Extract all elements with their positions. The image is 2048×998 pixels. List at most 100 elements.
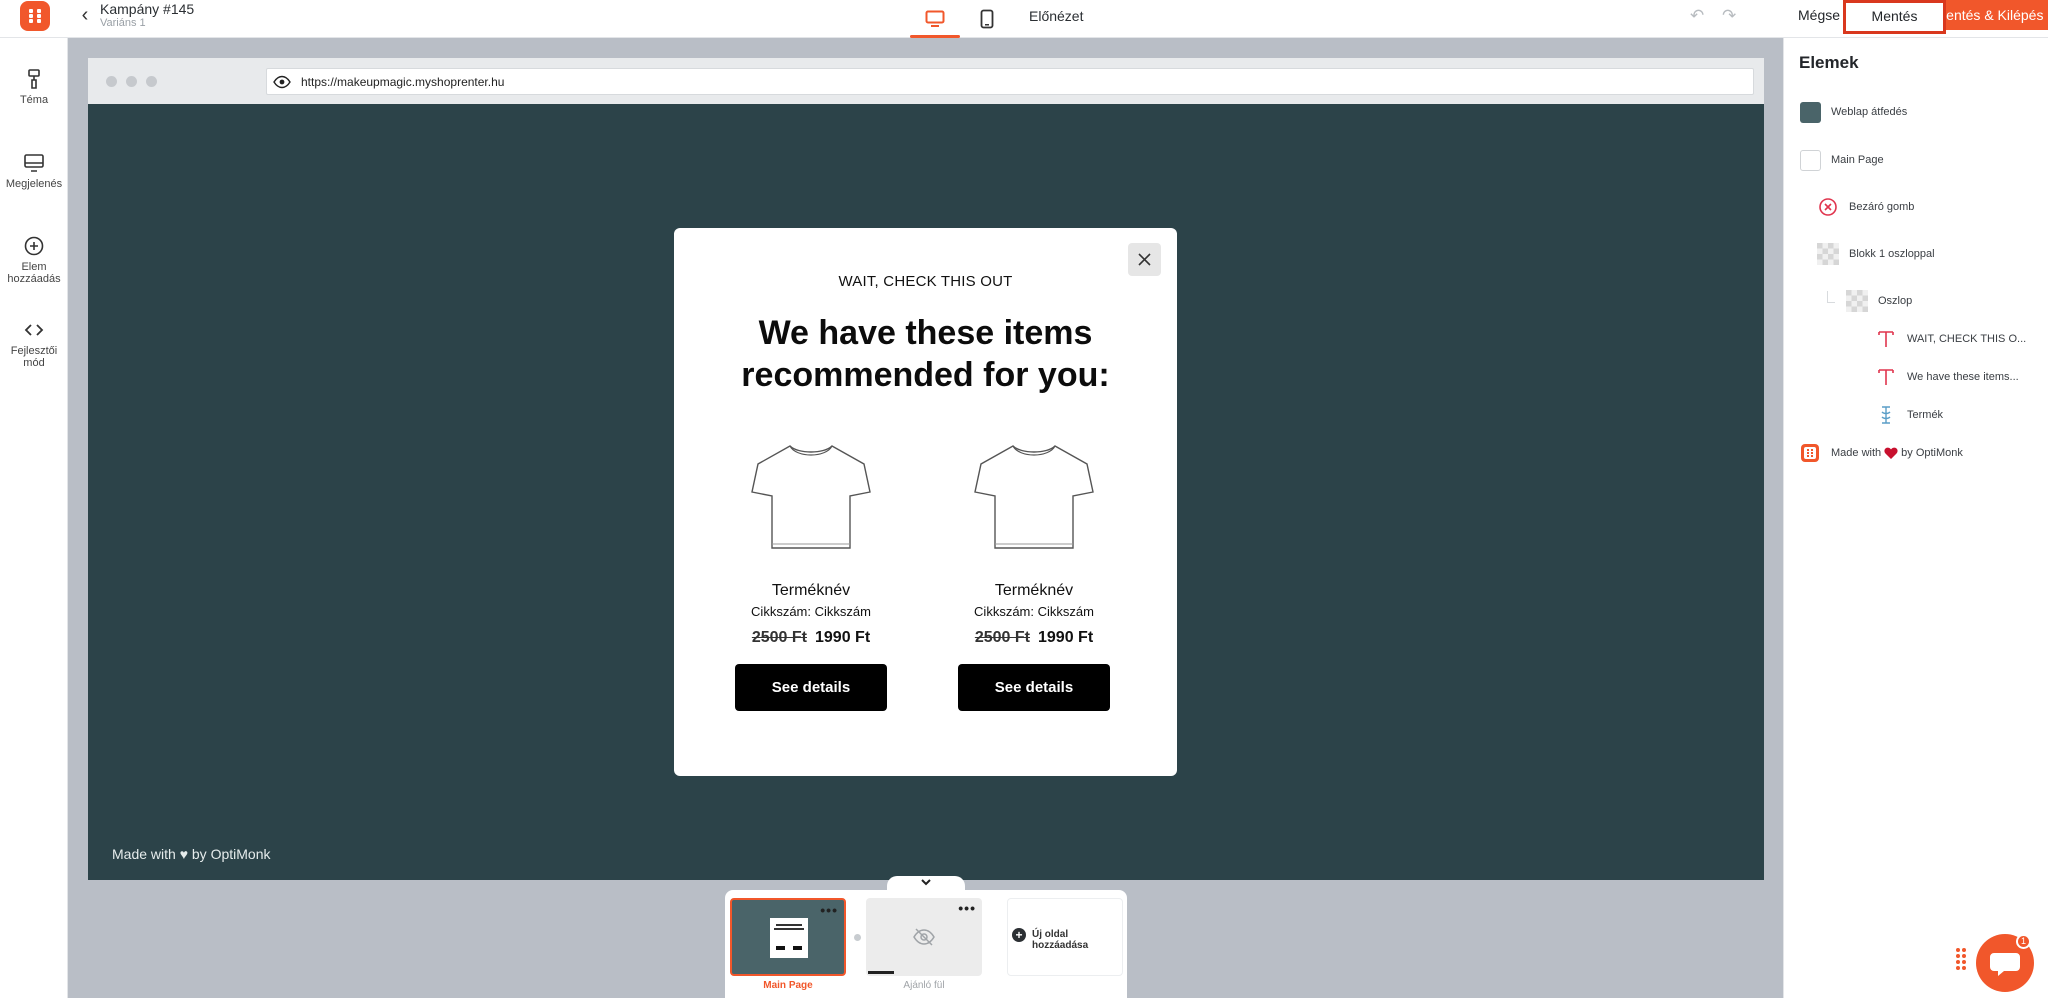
product-sku: Cikkszám: Cikkszám xyxy=(974,604,1094,619)
add-page-button[interactable]: + Új oldal hozzáadása xyxy=(1007,898,1123,976)
undo-icon[interactable]: ↶ xyxy=(1690,6,1704,26)
tshirt-icon xyxy=(974,445,1094,549)
see-details-button[interactable]: See details xyxy=(958,664,1110,711)
tree-item-label: Termék xyxy=(1907,409,1944,421)
popup[interactable]: WAIT, CHECK THIS OUT We have these items… xyxy=(674,228,1177,776)
browser-preview: https://makeupmagic.myshoprenter.hu Made… xyxy=(88,58,1764,880)
drag-handle-icon[interactable] xyxy=(1954,946,1968,974)
tree-item-label: Oszlop xyxy=(1878,295,1913,307)
save-button[interactable]: Mentés xyxy=(1843,0,1946,34)
tree-connector xyxy=(1827,291,1835,303)
tree-item-label: Weblap átfedés xyxy=(1831,106,1908,118)
tree-item-label: Bezáró gomb xyxy=(1849,201,1915,213)
page-connector xyxy=(854,934,861,941)
popup-headline[interactable]: We have these items recommended for you: xyxy=(694,312,1157,396)
tree-item-label: We have these items... xyxy=(1907,371,2019,383)
text-icon xyxy=(1875,328,1897,350)
save-and-exit-button[interactable]: Mentés & Kilépés xyxy=(1930,0,2048,30)
plus-circle-icon xyxy=(24,236,44,256)
sidebar-item-label: Téma xyxy=(19,94,49,106)
tree-item-block[interactable]: Blokk 1 oszloppal xyxy=(1817,242,1935,266)
back-button[interactable]: ‹ xyxy=(76,4,94,26)
tree-item-label-prefix: Made with xyxy=(1831,447,1882,459)
transparent-block-icon xyxy=(1817,243,1839,265)
add-page-label: Új oldal hozzáadása xyxy=(1032,929,1089,951)
product-name: Terméknév xyxy=(771,582,851,599)
campaign-title: Kampány #145 xyxy=(100,1,195,17)
chat-badge: 1 xyxy=(2016,934,2031,949)
page-label-teaser: Ajánló fül xyxy=(903,980,945,991)
more-options-icon[interactable]: ••• xyxy=(958,900,976,916)
tree-item-product[interactable]: Termék xyxy=(1875,403,1943,427)
transparent-column-icon xyxy=(1846,290,1868,312)
tree-item-label: Main Page xyxy=(1831,154,1884,166)
close-circle-icon xyxy=(1817,196,1839,218)
optimonk-logo-icon[interactable] xyxy=(20,1,50,31)
product-prices: 2500 Ft 1990 Ft xyxy=(949,629,1119,647)
chevron-down-icon xyxy=(921,879,931,886)
sidebar-item-theme[interactable]: Téma xyxy=(0,68,68,106)
optimonk-logo-icon xyxy=(1799,442,1821,464)
tree-item-close-button[interactable]: Bezáró gomb xyxy=(1817,195,1914,219)
old-price: 2500 Ft xyxy=(751,629,807,646)
url-text: https://makeupmagic.myshoprenter.hu xyxy=(301,75,505,89)
sidebar-item-label: Megjelenés xyxy=(5,178,63,190)
tree-item-made-with[interactable]: Made with by OptiMonk xyxy=(1799,441,1963,465)
price: 1990 Ft xyxy=(1038,629,1094,646)
left-sidebar: Téma Megjelenés Elem hozzáadás Fejlesztő… xyxy=(0,38,68,998)
tree-item-label: WAIT, CHECK THIS O... xyxy=(1907,333,2027,345)
top-bar: ‹ Kampány #145 Variáns 1 Előnézet ↶ ↷ Mé… xyxy=(0,0,2048,38)
heart-icon xyxy=(1884,447,1898,459)
sidebar-item-label: Elem hozzáadás xyxy=(7,261,61,285)
code-icon xyxy=(24,324,44,336)
made-with-optimonk[interactable]: Made with ♥ by OptiMonk xyxy=(112,846,270,862)
mobile-icon xyxy=(980,9,994,29)
tree-item-text-kicker[interactable]: WAIT, CHECK THIS O... xyxy=(1875,327,2026,351)
redo-icon[interactable]: ↷ xyxy=(1722,6,1736,26)
sidebar-item-add-element[interactable]: Elem hozzáadás xyxy=(0,235,68,285)
tree-item-label: Blokk 1 oszloppal xyxy=(1849,248,1935,260)
mobile-view-button[interactable] xyxy=(962,0,1012,38)
sidebar-item-label: Fejlesztői mód xyxy=(10,345,58,369)
tree-item-overlay[interactable]: Weblap átfedés xyxy=(1799,100,1907,124)
popup-kicker[interactable]: WAIT, CHECK THIS OUT xyxy=(674,273,1177,290)
product-card[interactable]: Terméknév Cikkszám: Cikkszám 2500 Ft 1990… xyxy=(726,440,896,711)
text-icon xyxy=(1875,366,1897,388)
sidebar-item-developer-mode[interactable]: Fejlesztői mód xyxy=(0,319,68,369)
popup-thumbnail-icon xyxy=(770,918,808,958)
teaser-bar xyxy=(868,971,894,974)
window-dot xyxy=(146,76,157,87)
page-label-main: Main Page xyxy=(763,980,813,991)
page-strip: ••• Main Page ••• Ajánló fül + Új oldal … xyxy=(725,890,1127,998)
window-dot xyxy=(126,76,137,87)
tshirt-icon xyxy=(751,445,871,549)
page-thumbnail-teaser[interactable]: ••• xyxy=(866,898,982,976)
tree-item-label: by OptiMonk xyxy=(1901,447,1963,459)
page-thumbnail-main[interactable]: ••• xyxy=(730,898,846,976)
desktop-view-button[interactable] xyxy=(910,0,960,38)
elements-panel: Elemek Weblap átfedés Main Page Bezáró g… xyxy=(1783,38,2048,998)
tree-item-column[interactable]: Oszlop xyxy=(1846,289,1912,313)
old-price: 2500 Ft xyxy=(974,629,1030,646)
product-sku: Cikkszám: Cikkszám xyxy=(751,604,871,619)
page-swatch-icon xyxy=(1799,149,1821,171)
tree-item-main-page[interactable]: Main Page xyxy=(1799,148,1884,172)
tree-item-text-headline[interactable]: We have these items... xyxy=(1875,365,2019,389)
see-details-button[interactable]: See details xyxy=(735,664,887,711)
color-swatch-icon xyxy=(1799,101,1821,123)
product-prices: 2500 Ft 1990 Ft xyxy=(726,629,896,647)
product-card[interactable]: Terméknév Cikkszám: Cikkszám 2500 Ft 1990… xyxy=(949,440,1119,711)
product-icon xyxy=(1875,404,1897,426)
cancel-button[interactable]: Mégse xyxy=(1798,7,1840,23)
url-bar: https://makeupmagic.myshoprenter.hu xyxy=(266,68,1754,95)
window-dot xyxy=(106,76,117,87)
monitor-icon xyxy=(24,154,44,172)
sidebar-item-appearance[interactable]: Megjelenés xyxy=(0,152,68,190)
variant-label: Variáns 1 xyxy=(100,17,146,29)
paint-roller-icon xyxy=(28,69,40,89)
close-icon xyxy=(1138,253,1151,266)
popup-close-button[interactable] xyxy=(1128,243,1161,276)
preview-link[interactable]: Előnézet xyxy=(1029,8,1083,24)
panel-title: Elemek xyxy=(1799,53,1859,72)
eye-off-icon xyxy=(913,928,935,946)
